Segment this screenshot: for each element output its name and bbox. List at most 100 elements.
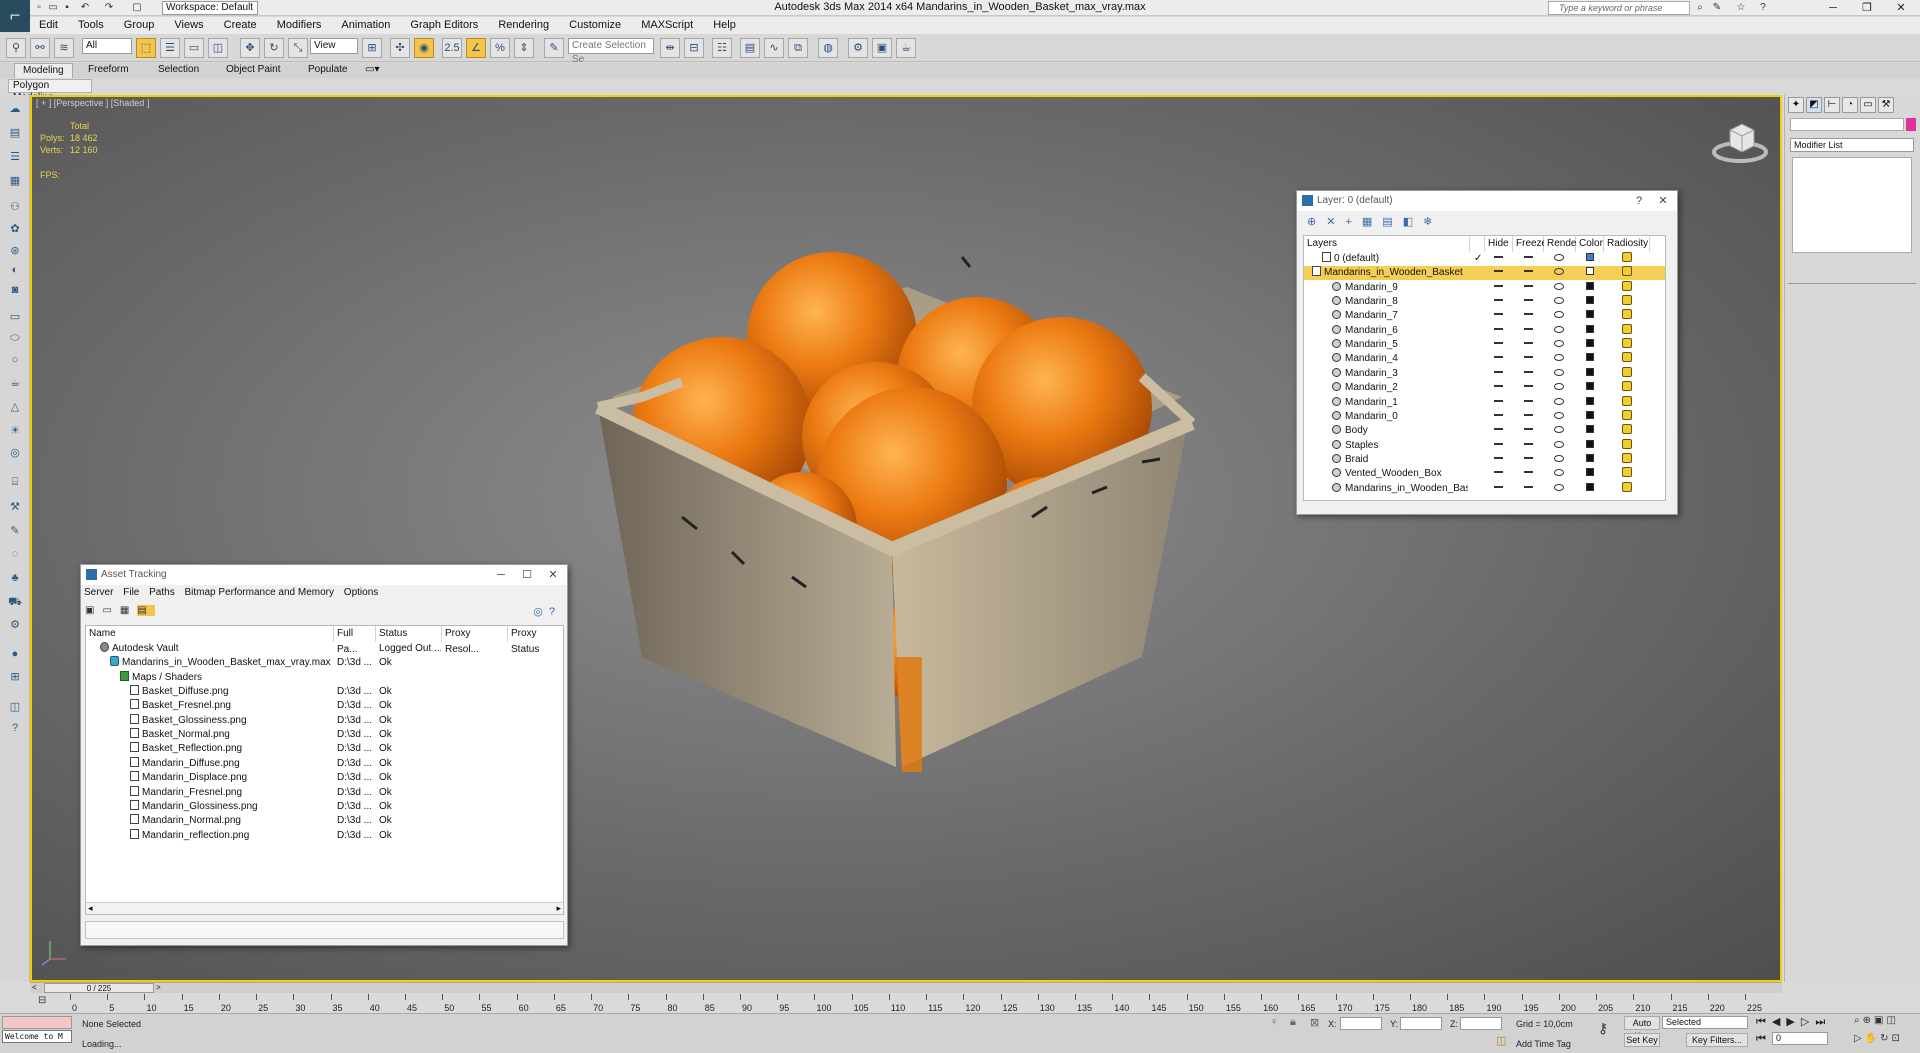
asset-row[interactable]: Mandarin_Diffuse.png D:\3d ... Ok (86, 756, 563, 771)
hide-toggle[interactable] (1494, 396, 1503, 410)
freeze-toggle[interactable] (1524, 453, 1533, 467)
layer-name[interactable]: Mandarin_8 (1345, 296, 1398, 307)
field-of-view-icon[interactable]: ▷ (1854, 1033, 1865, 1044)
color-swatch[interactable] (1586, 324, 1594, 338)
col-radiosity[interactable]: Radiosity (1604, 236, 1650, 252)
menu-edit[interactable]: Edit (30, 17, 66, 31)
rendered-frame-window-icon[interactable]: ▣ (872, 38, 892, 58)
link-icon[interactable]: ⚲ (6, 38, 26, 58)
curve-editor-icon[interactable]: ∿ (764, 38, 784, 58)
col-hide[interactable]: Hide (1485, 236, 1513, 252)
xref-icon[interactable]: ⊛ (6, 244, 24, 260)
asset-row[interactable]: Basket_Reflection.png D:\3d ... Ok (86, 742, 563, 756)
layer-name[interactable]: Mandarin_6 (1345, 325, 1398, 336)
color-swatch[interactable] (1586, 338, 1594, 352)
hide-toggle[interactable] (1494, 367, 1503, 381)
color-swatch[interactable] (1586, 367, 1594, 381)
radiosity-icon[interactable] (1622, 266, 1632, 280)
col-name[interactable]: Name (86, 626, 334, 642)
asset-help-icon[interactable]: ? (549, 606, 561, 618)
add-to-layer-icon[interactable]: + (1345, 216, 1361, 228)
color-swatch[interactable] (1586, 381, 1594, 395)
tab-modeling[interactable]: Modeling (14, 63, 73, 78)
render-toggle[interactable] (1554, 424, 1564, 438)
scroll-left-icon[interactable]: ◂ (88, 903, 93, 914)
z-coordinate-field[interactable] (1460, 1017, 1502, 1030)
scene-explorer-icon[interactable]: ▤ (6, 126, 24, 142)
freeze-toggle[interactable] (1524, 367, 1533, 381)
key-icon[interactable]: ⚷ (1598, 1020, 1608, 1037)
col-full-path[interactable]: Full Pa... (334, 626, 376, 655)
color-swatch[interactable] (1586, 281, 1594, 295)
auto-key-button[interactable]: Auto Key (1624, 1016, 1660, 1041)
color-swatch[interactable] (1586, 295, 1594, 309)
motion-tab-icon[interactable]: ◔ (1842, 97, 1858, 113)
favorites-icon[interactable]: ☆ (1734, 1, 1748, 14)
delete-layer-icon[interactable]: ✕ (1326, 216, 1345, 228)
current-layer-check[interactable]: ✓ (1474, 252, 1482, 266)
radiosity-icon[interactable] (1622, 438, 1632, 453)
project-folder-icon[interactable]: ▢ (130, 1, 144, 14)
freeze-toggle[interactable] (1524, 324, 1533, 338)
scale-icon[interactable]: ⤡ (288, 38, 308, 58)
freeze-toggle[interactable] (1524, 482, 1533, 496)
render-toggle[interactable] (1554, 482, 1564, 496)
menu-create[interactable]: Create (215, 17, 265, 31)
layer-row[interactable]: Mandarin_2 (1304, 381, 1665, 395)
mirror-icon[interactable]: ⇹ (660, 38, 680, 58)
object-color-swatch[interactable] (1906, 118, 1916, 131)
paint-icon[interactable]: ✎ (6, 524, 24, 540)
layer-name[interactable]: Mandarin_2 (1345, 382, 1398, 393)
col-render[interactable]: Render (1544, 236, 1580, 252)
search-input[interactable]: Type a keyword or phrase (1548, 1, 1690, 15)
color-swatch[interactable] (1586, 467, 1594, 481)
isolate-selection-icon[interactable]: ♀ (1270, 1016, 1278, 1028)
layer-window-close-icon[interactable]: ✕ (1651, 191, 1675, 211)
modifier-list-dropdown[interactable]: Modifier List (1790, 138, 1914, 152)
layer-name[interactable]: Mandarin_1 (1345, 397, 1398, 408)
freeze-toggle[interactable] (1524, 266, 1533, 280)
col-color[interactable]: Color (1576, 236, 1604, 252)
layer-name[interactable]: Mandarin_5 (1345, 339, 1398, 350)
viewport-label[interactable]: [ + ] [Perspective ] [Shaded ] (36, 98, 149, 108)
asset-row[interactable]: Mandarins_in_Wooden_Basket_max_vray.max D… (86, 656, 563, 670)
render-toggle[interactable] (1554, 266, 1564, 280)
workspace-dropdown[interactable]: Workspace: Default (162, 1, 258, 15)
layer-row[interactable]: Mandarin_6 (1304, 323, 1665, 338)
radiosity-icon[interactable] (1622, 395, 1632, 410)
thumbnail-icon[interactable]: ▦ (120, 605, 137, 616)
hide-toggle[interactable] (1494, 482, 1503, 496)
maxscript-mini-listener[interactable]: Welcome to M (2, 1030, 72, 1043)
color-swatch[interactable] (1586, 453, 1594, 467)
hide-toggle[interactable] (1494, 281, 1503, 295)
scroll-right-icon[interactable]: ▸ (556, 903, 561, 914)
layer-row[interactable]: Body (1304, 424, 1665, 438)
sun-icon[interactable]: ☀ (6, 424, 24, 440)
render-toggle[interactable] (1554, 309, 1564, 323)
zoom-all-icon[interactable]: ⊕ (1863, 1015, 1874, 1026)
asset-refresh-icon[interactable]: ◎ (533, 606, 549, 618)
render-toggle[interactable] (1554, 295, 1564, 309)
x-coordinate-field[interactable] (1340, 1017, 1382, 1030)
col-proxy-status[interactable]: Proxy Status (508, 626, 563, 655)
layer-name[interactable]: Mandarin_0 (1345, 411, 1398, 422)
menu-help[interactable]: Help (704, 17, 744, 31)
set-key-button[interactable]: Set Key (1624, 1033, 1660, 1047)
layer-name[interactable]: 0 (default) (1334, 253, 1379, 264)
save-file-icon[interactable]: ▪ (60, 1, 74, 14)
layer-window-help-icon[interactable]: ? (1627, 191, 1651, 211)
select-object-icon[interactable]: ⬚ (136, 38, 156, 58)
radiosity-icon[interactable] (1622, 309, 1632, 323)
zoom-extents-all-icon[interactable]: ◫ (1886, 1015, 1898, 1026)
layer-name[interactable]: Mandarin_9 (1345, 282, 1398, 293)
open-file-icon[interactable]: ▭ (46, 1, 60, 14)
play-icon[interactable]: ▶ (1786, 1016, 1800, 1028)
render-toggle[interactable] (1554, 352, 1564, 366)
asset-menu-bitmap[interactable]: Bitmap Performance and Memory (185, 587, 335, 598)
hide-toggle[interactable] (1494, 324, 1503, 338)
plane-icon[interactable]: ▭ (6, 310, 24, 326)
wrench-icon[interactable]: ⚒ (6, 500, 24, 516)
color-swatch[interactable] (1586, 482, 1594, 496)
highlight-layer-icon[interactable]: ▤ (1382, 216, 1402, 228)
menu-views[interactable]: Views (165, 17, 211, 31)
